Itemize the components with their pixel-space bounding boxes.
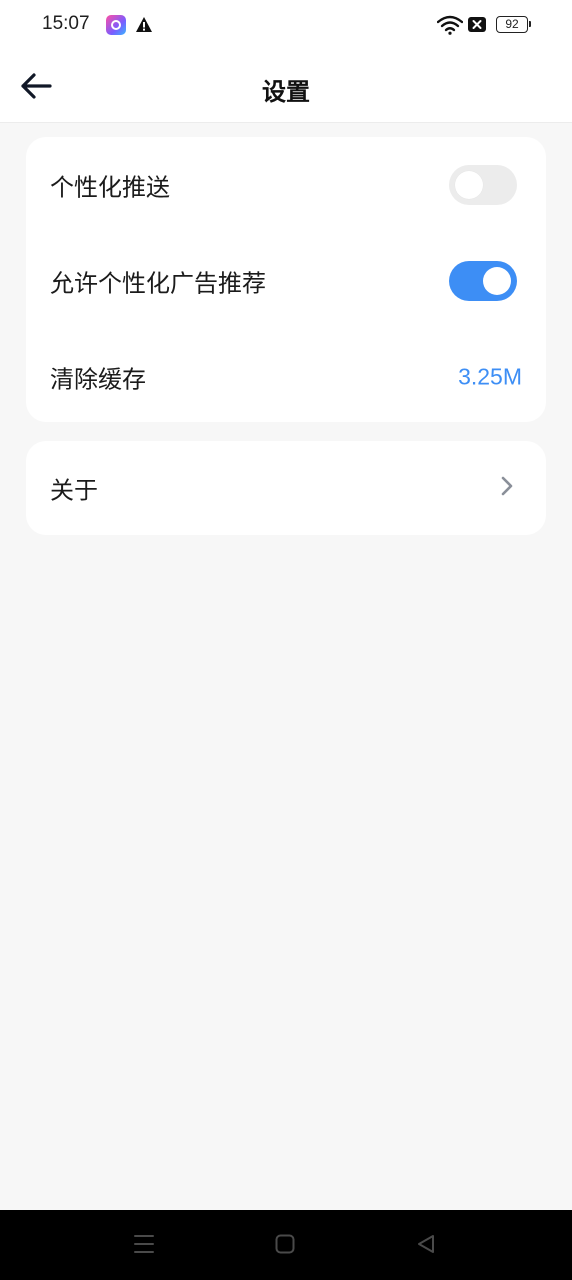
header: 设置 <box>0 52 572 123</box>
status-bar: 15:07 92 <box>0 0 572 52</box>
back-nav-button[interactable] <box>413 1233 439 1259</box>
recent-apps-button[interactable] <box>131 1233 157 1259</box>
clear-cache-label: 清除缓存 <box>50 365 146 394</box>
menu-icon <box>132 1233 156 1259</box>
battery-icon: 92 <box>496 16 531 33</box>
cache-size-value: 3.25M <box>458 363 522 390</box>
personalized-push-label: 个性化推送 <box>50 173 170 202</box>
personalized-ads-row: 允许个性化广告推荐 <box>26 233 546 329</box>
personalized-ads-toggle[interactable] <box>449 261 517 301</box>
back-triangle-icon <box>415 1233 437 1259</box>
warning-icon <box>135 16 153 37</box>
home-button[interactable] <box>272 1233 298 1259</box>
personalized-ads-label: 允许个性化广告推荐 <box>50 269 266 298</box>
personalized-push-row: 个性化推送 <box>26 137 546 233</box>
about-label: 关于 <box>50 476 98 505</box>
toggle-knob <box>483 267 511 295</box>
system-nav-bar <box>0 1210 572 1280</box>
page-title: 设置 <box>262 78 310 106</box>
app-notification-icon <box>106 15 126 35</box>
personalized-push-toggle[interactable] <box>449 165 517 205</box>
settings-card: 个性化推送 允许个性化广告推荐 清除缓存 3.25M <box>26 137 546 422</box>
status-time: 15:07 <box>42 13 90 34</box>
no-sim-icon <box>467 16 487 37</box>
about-card: 关于 <box>26 441 546 535</box>
clear-cache-row[interactable]: 清除缓存 3.25M <box>26 329 546 425</box>
toggle-knob <box>455 171 483 199</box>
about-row[interactable]: 关于 <box>26 441 546 535</box>
wifi-icon <box>436 15 464 39</box>
chevron-right-icon <box>500 475 514 501</box>
home-icon <box>274 1233 296 1259</box>
